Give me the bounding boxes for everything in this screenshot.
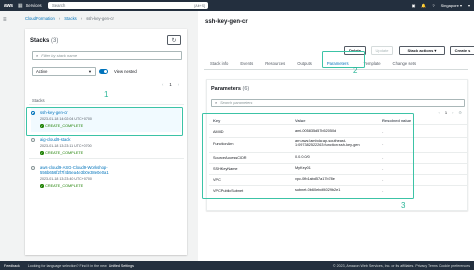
stack-radio[interactable] — [31, 138, 35, 142]
stack-status: ✓ CREATE_COMPLETE — [40, 184, 83, 188]
stack-filter-placeholder: Filter by stack name — [41, 53, 78, 58]
global-search-input[interactable]: Search [Alt+S] — [48, 2, 208, 9]
search-icon: ⌕ — [36, 53, 39, 58]
status-filter-value: Active — [36, 69, 48, 74]
stacks-count: (3) — [51, 38, 59, 44]
stack-item[interactable]: aig-cloud9-stack 2023-01-18 13:23:11 UTC… — [29, 137, 184, 159]
services-grid-icon[interactable]: ▦ — [18, 3, 23, 9]
footer-bar: Feedback Looking for language selection?… — [0, 261, 474, 270]
unified-settings-link[interactable]: Unified Settings — [109, 264, 134, 268]
side-rail — [0, 11, 12, 261]
stacks-title: Stacks (3) — [30, 38, 58, 44]
highlight-box-3 — [202, 113, 414, 199]
refresh-button[interactable]: ↻ — [167, 35, 181, 45]
update-button[interactable]: Update — [371, 46, 393, 55]
account-menu[interactable]: ▾ — [468, 3, 470, 8]
stack-item[interactable]: aws-cloud9-ASG-Cloud9-Workshop- 556b656f… — [31, 165, 181, 195]
create-stack-button[interactable]: Create s — [450, 46, 474, 55]
stack-detail-title: ssh-key-gen-cr — [205, 19, 248, 25]
divider — [29, 158, 184, 159]
prev-page-icon[interactable]: ‹ — [162, 82, 163, 87]
stack-name-cont[interactable]: 556b656f2f7f4b5ea4e3b0e38e0e0a1 — [40, 170, 109, 175]
breadcrumb: CloudFormation › Stacks › ssh-key-gen-cr — [25, 16, 114, 21]
caret-down-icon: ▼ — [88, 69, 92, 74]
next-page-icon[interactable]: › — [452, 110, 453, 115]
success-check-icon: ✓ — [40, 184, 44, 188]
tab-events[interactable]: Events — [234, 58, 259, 69]
parameters-pagination: ‹ 1 › ⚙ — [438, 110, 462, 115]
breadcrumb-separator-icon: › — [80, 16, 83, 21]
tab-stack-info[interactable]: Stack info — [204, 58, 234, 69]
annotation-3: 3 — [401, 201, 406, 210]
settings-gear-icon[interactable]: ⚙ — [458, 110, 462, 115]
divider — [29, 104, 184, 105]
top-nav-bar: aws ▦ Services Search [Alt+S] ▣ 🔔 ? Sing… — [0, 0, 474, 11]
view-nested-toggle[interactable] — [99, 69, 108, 74]
annotation-1: 1 — [104, 90, 109, 99]
stack-filter-input[interactable]: ⌕ Filter by stack name — [32, 51, 182, 60]
refresh-icon: ↻ — [171, 37, 177, 44]
stacks-pagination: ‹ 1 › — [162, 82, 179, 87]
parameters-title-text: Parameters — [211, 86, 241, 92]
parameters-search-input[interactable]: ⌕ Search parameters — [211, 99, 465, 107]
aws-logo[interactable]: aws — [4, 3, 13, 9]
stack-actions-button[interactable]: Stack actions ▾ — [399, 46, 445, 55]
services-menu[interactable]: Services — [26, 3, 42, 8]
page-number[interactable]: 1 — [445, 110, 447, 115]
page-number[interactable]: 1 — [169, 82, 171, 87]
next-page-icon[interactable]: › — [178, 82, 179, 87]
stack-date: 2023-01-18 13:23:11 UTC+0700 — [40, 144, 92, 148]
breadcrumb-separator-icon: › — [58, 16, 61, 21]
highlight-box-2 — [322, 51, 365, 68]
notifications-icon[interactable]: 🔔 — [421, 3, 426, 8]
stack-status-text: CREATE_COMPLETE — [45, 184, 84, 188]
stack-radio[interactable] — [31, 166, 35, 170]
success-check-icon: ✓ — [40, 151, 44, 155]
parameters-count: (6) — [242, 86, 250, 92]
search-icon: ⌕ — [215, 101, 218, 105]
annotation-2: 2 — [353, 66, 358, 75]
stacks-title-text: Stacks — [30, 38, 50, 44]
stack-name[interactable]: aig-cloud9-stack — [40, 137, 71, 142]
search-shortcut: [Alt+S] — [194, 3, 205, 8]
copyright: © 2023, Amazon Web Services, Inc. or its… — [332, 263, 470, 268]
tab-resources[interactable]: Resources — [259, 58, 291, 69]
status-filter-select[interactable]: Active ▼ — [32, 67, 96, 76]
region-selector[interactable]: Singapore ▾ — [441, 3, 462, 8]
stacks-column-header: Stacks — [32, 98, 45, 103]
help-icon[interactable]: ? — [432, 3, 434, 8]
stacks-panel: Stacks (3) ↻ ⌕ Filter by stack name Acti… — [25, 29, 187, 255]
feedback-link[interactable]: Feedback — [4, 264, 20, 268]
view-nested-label: View nested — [114, 69, 137, 74]
cloudshell-icon[interactable]: ▣ — [412, 3, 416, 8]
language-note: Looking for language selection? Find it … — [27, 263, 107, 268]
tab-outputs[interactable]: Outputs — [291, 58, 318, 69]
stack-status: ✓ CREATE_COMPLETE — [40, 151, 83, 155]
detail-tabs: Stack info Events Resources Outputs Para… — [204, 58, 422, 69]
prev-page-icon[interactable]: ‹ — [438, 110, 439, 115]
menu-hamburger-icon[interactable]: ≡ — [3, 17, 7, 23]
stack-status-text: CREATE_COMPLETE — [45, 151, 84, 155]
tabs-divider — [204, 69, 468, 70]
tab-change-sets[interactable]: Change sets — [387, 58, 423, 69]
breadcrumb-current: ssh-key-gen-cr — [86, 16, 114, 21]
parameters-title: Parameters (6) — [211, 86, 249, 92]
stack-date: 2023-01-18 13:23:40 UTC+0700 — [40, 177, 92, 181]
highlight-box-1 — [26, 107, 183, 136]
breadcrumb-cloudformation[interactable]: CloudFormation — [25, 16, 55, 21]
search-placeholder: Search — [52, 3, 66, 8]
breadcrumb-stacks[interactable]: Stacks — [64, 16, 77, 21]
parameters-search-placeholder: Search parameters — [220, 101, 253, 105]
